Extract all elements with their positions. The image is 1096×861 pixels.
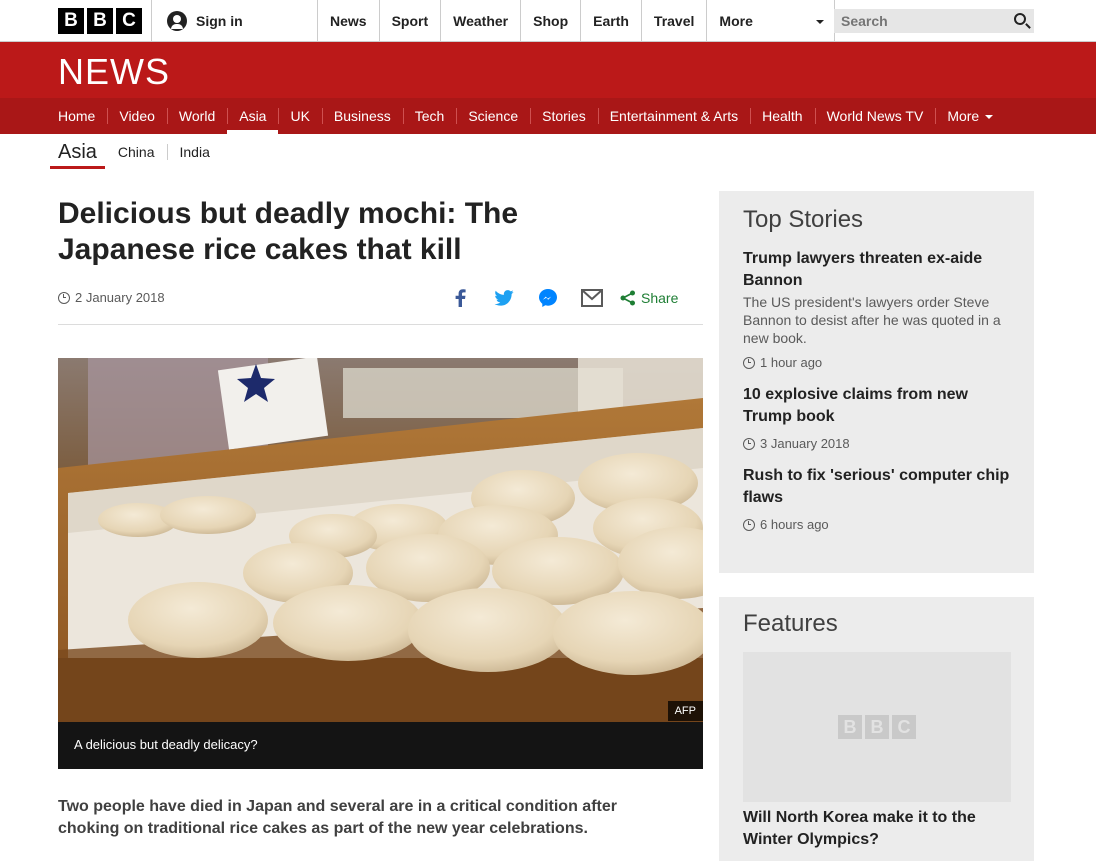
news-nav: Home Video World Asia UK Business Tech S…	[0, 98, 1096, 134]
story-title[interactable]: Rush to fix 'serious' computer chip flaw…	[743, 465, 1010, 509]
share-button[interactable]: Share	[620, 290, 678, 306]
nav-label[interactable]: Tech	[403, 98, 457, 134]
nav-label[interactable]: World	[167, 98, 227, 134]
news-masthead: NEWS	[0, 42, 1096, 98]
share-tools: Share	[448, 286, 678, 310]
story-time: 3 January 2018	[743, 436, 1010, 451]
nav-label[interactable]: Science	[456, 98, 530, 134]
sign-in-label: Sign in	[196, 13, 243, 29]
image-credit: AFP	[667, 701, 703, 721]
share-label: Share	[641, 290, 679, 306]
messenger-icon[interactable]	[536, 286, 560, 310]
feature-thumbnail[interactable]: B B C	[743, 652, 1011, 802]
top-story-item[interactable]: Trump lawyers threaten ex-aide Bannon Th…	[743, 248, 1010, 370]
top-story-item[interactable]: Rush to fix 'serious' computer chip flaw…	[743, 465, 1010, 532]
facebook-icon[interactable]	[448, 286, 472, 310]
mochi-photo	[58, 358, 703, 722]
share-icon	[620, 290, 635, 306]
subnav-item-india[interactable]: India	[166, 144, 222, 160]
subnav-item-china[interactable]: China	[106, 144, 167, 160]
subnav-current-asia[interactable]: Asia	[50, 134, 105, 170]
user-icon	[167, 11, 187, 31]
clock-icon	[58, 291, 70, 304]
search-input[interactable]	[834, 9, 1004, 33]
sign-in-button[interactable]: Sign in	[151, 0, 317, 42]
bbc-logo[interactable]: B B C	[58, 8, 142, 34]
feature-title[interactable]: Will North Korea make it to the Winter O…	[743, 807, 1010, 851]
logo-letter: C	[116, 8, 142, 34]
story-time: 1 hour ago	[743, 355, 1010, 370]
story-title[interactable]: 10 explosive claims from new Trump book	[743, 384, 1010, 428]
story-time-text: 3 January 2018	[760, 436, 850, 451]
article-divider	[58, 324, 703, 325]
global-bar: B B C Sign in News Sport Weather Shop Ea…	[0, 0, 1096, 42]
nav-label[interactable]: Video	[107, 98, 167, 134]
story-time: 6 hours ago	[743, 517, 1010, 532]
article-date: 2 January 2018	[58, 290, 165, 305]
features-panel: Features B B C Will North Korea make it …	[719, 597, 1034, 861]
global-nav-sport[interactable]: Sport	[378, 0, 441, 42]
story-time-text: 1 hour ago	[760, 355, 823, 370]
article-headline: Delicious but deadly mochi: The Japanese…	[58, 197, 519, 266]
nav-label[interactable]: Health	[750, 98, 814, 134]
image-caption: A delicious but deadly delicacy?	[58, 722, 703, 769]
nav-label[interactable]: Asia	[227, 98, 278, 134]
nav-item-world[interactable]: World	[166, 98, 227, 134]
features-heading: Features	[743, 610, 838, 637]
twitter-icon[interactable]	[492, 286, 516, 310]
nav-item-stories[interactable]: Stories	[530, 98, 598, 134]
global-nav-weather[interactable]: Weather	[440, 0, 520, 42]
date-text: 2 January 2018	[75, 290, 165, 305]
logo-letter: B	[87, 8, 113, 34]
logo-letter: C	[892, 715, 916, 739]
logo-letter: B	[865, 715, 889, 739]
global-nav-more-button[interactable]: More	[706, 0, 834, 42]
nav-label[interactable]: Stories	[530, 98, 598, 134]
nav-item-home[interactable]: Home	[46, 98, 107, 134]
article-image: AFP A delicious but deadly delicacy?	[58, 358, 703, 769]
nav-item-business[interactable]: Business	[321, 98, 403, 134]
nav-label[interactable]: World News TV	[815, 98, 936, 134]
logo-letter: B	[838, 715, 862, 739]
nav-label[interactable]: UK	[278, 98, 321, 134]
nav-item-health[interactable]: Health	[750, 98, 814, 134]
top-story-item[interactable]: 10 explosive claims from new Trump book …	[743, 384, 1010, 451]
email-icon[interactable]	[580, 286, 604, 310]
nav-label[interactable]: Entertainment & Arts	[598, 98, 750, 134]
nav-item-more[interactable]: More	[935, 98, 1005, 134]
global-nav-shop[interactable]: Shop	[520, 0, 580, 42]
search-box	[834, 9, 1034, 33]
bbc-placeholder-logo: B B C	[838, 715, 916, 739]
nav-item-uk[interactable]: UK	[278, 98, 321, 134]
nav-item-asia[interactable]: Asia	[227, 98, 278, 134]
nav-item-tech[interactable]: Tech	[402, 98, 457, 134]
top-stories-panel: Top Stories Trump lawyers threaten ex-ai…	[719, 191, 1034, 573]
clock-icon	[743, 437, 755, 450]
global-nav-news[interactable]: News	[317, 0, 379, 42]
story-time-text: 6 hours ago	[760, 517, 829, 532]
nav-item-entertainment-arts[interactable]: Entertainment & Arts	[597, 98, 750, 134]
section-subnav: Asia China India	[50, 134, 222, 170]
global-nav-earth[interactable]: Earth	[580, 0, 641, 42]
story-title[interactable]: Trump lawyers threaten ex-aide Bannon	[743, 248, 1010, 292]
global-nav-travel[interactable]: Travel	[640, 0, 706, 42]
nav-item-video[interactable]: Video	[107, 98, 167, 134]
top-stories-heading: Top Stories	[743, 206, 864, 233]
nav-item-world-news-tv[interactable]: World News TV	[814, 98, 936, 134]
global-nav: News Sport Weather Shop Earth Travel Mor…	[317, 0, 836, 42]
clock-icon	[743, 356, 755, 369]
clock-icon	[743, 518, 755, 531]
logo-letter: B	[58, 8, 84, 34]
nav-label[interactable]: Home	[46, 98, 107, 134]
article-intro: Two people have died in Japan and severa…	[58, 798, 617, 837]
nav-more-button[interactable]: More	[935, 98, 1005, 134]
news-wordmark[interactable]: NEWS	[58, 51, 170, 93]
search-icon[interactable]	[1014, 13, 1026, 25]
nav-item-science[interactable]: Science	[456, 98, 530, 134]
story-summary: The US president's lawyers order Steve B…	[743, 294, 1001, 346]
nav-label[interactable]: Business	[322, 98, 403, 134]
